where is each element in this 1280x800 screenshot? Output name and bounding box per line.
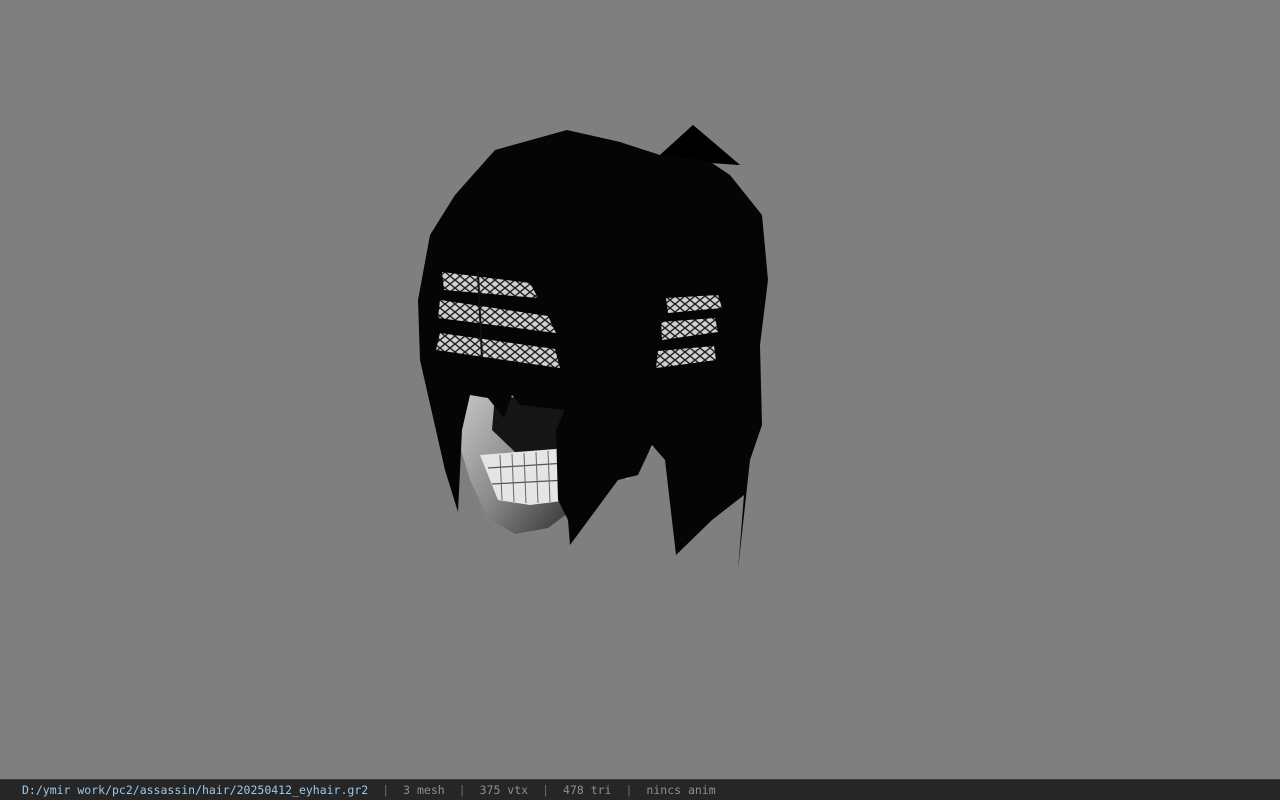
status-separator: | bbox=[542, 783, 550, 797]
triangle-count: 478 tri bbox=[563, 783, 612, 797]
status-separator: | bbox=[382, 783, 390, 797]
3d-viewport[interactable] bbox=[0, 0, 1280, 779]
status-bar: D:/ymir work/pc2/assassin/hair/20250412_… bbox=[0, 779, 1280, 800]
file-path: D:/ymir work/pc2/assassin/hair/20250412_… bbox=[22, 783, 369, 797]
vertex-count: 375 vtx bbox=[479, 783, 529, 797]
mesh-count: 3 mesh bbox=[403, 783, 445, 797]
hair-mesh-model[interactable] bbox=[0, 0, 1280, 779]
status-separator: | bbox=[458, 783, 466, 797]
status-separator: | bbox=[625, 783, 633, 797]
animation-status: nincs anim bbox=[646, 783, 716, 797]
